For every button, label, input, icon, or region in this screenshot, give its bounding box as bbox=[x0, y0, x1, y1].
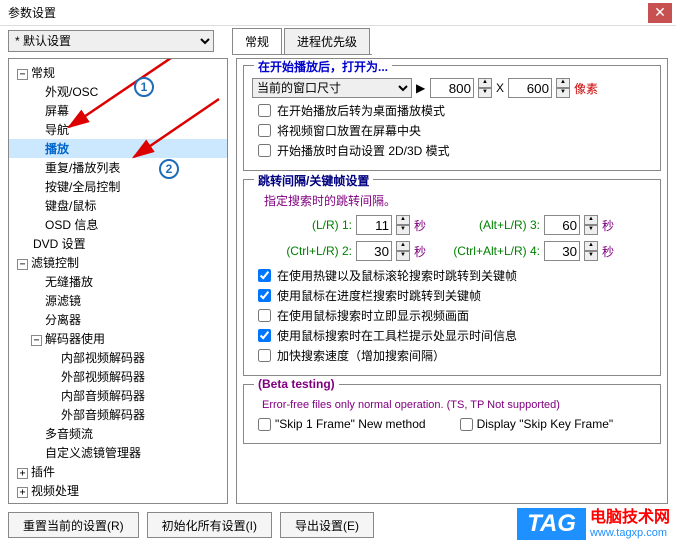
tree-custom-filter-manager[interactable]: 自定义滤镜管理器 bbox=[9, 443, 227, 462]
tree-seamless[interactable]: 无缝播放 bbox=[9, 272, 227, 291]
group-title-open-as: 在开始播放后，打开为... bbox=[254, 58, 392, 75]
height-down[interactable]: ▼ bbox=[556, 88, 570, 98]
window-title: 参数设置 bbox=[4, 4, 648, 21]
cb-hotkey-keyframe[interactable] bbox=[258, 269, 271, 282]
content-panel: 在开始播放后，打开为... 当前的窗口尺寸 ▶ ▲▼ X ▲▼ 像素 在开始播放… bbox=[236, 58, 668, 504]
cb-auto-2d3d[interactable] bbox=[258, 144, 271, 157]
width-input[interactable] bbox=[430, 78, 474, 98]
export-settings-button[interactable]: 导出设置(E) bbox=[280, 512, 374, 538]
watermark-url: www.tagxp.com bbox=[590, 527, 670, 539]
cb-center-window[interactable] bbox=[258, 124, 271, 137]
cb-mouse-show-frame[interactable] bbox=[258, 309, 271, 322]
close-button[interactable]: ✕ bbox=[648, 3, 672, 23]
annotation-badge-1: 1 bbox=[134, 77, 154, 97]
group-title-skip: 跳转间隔/关键帧设置 bbox=[254, 172, 373, 189]
init-all-button[interactable]: 初始化所有设置(I) bbox=[147, 512, 272, 538]
lbl-altlr3: (Alt+L/R) 3: bbox=[430, 218, 540, 232]
watermark-cn: 电脑技术网 bbox=[590, 509, 670, 527]
height-input[interactable] bbox=[508, 78, 552, 98]
settings-tree[interactable]: 1 2 −常规 外观/OSC 屏幕 导航 播放 重复/播放列表 按键/全局控制 … bbox=[8, 58, 228, 504]
tree-internal-audio-decoder[interactable]: 内部音频解码器 bbox=[9, 386, 227, 405]
tree-video-proc[interactable]: +视频处理 bbox=[9, 481, 227, 500]
window-size-mode-select[interactable]: 当前的窗口尺寸 bbox=[252, 78, 412, 98]
tree-keyboard-mouse[interactable]: 键盘/鼠标 bbox=[9, 196, 227, 215]
tree-decoder-use[interactable]: −解码器使用 bbox=[9, 329, 227, 348]
width-down[interactable]: ▼ bbox=[478, 88, 492, 98]
cb-skip1frame[interactable] bbox=[258, 418, 271, 431]
tree-osd[interactable]: OSD 信息 bbox=[9, 215, 227, 234]
cb-toolbar-time-tip[interactable] bbox=[258, 329, 271, 342]
preset-select[interactable]: * 默认设置 bbox=[8, 30, 214, 52]
cb-desktop-mode[interactable] bbox=[258, 104, 271, 117]
tree-navigation[interactable]: 导航 bbox=[9, 120, 227, 139]
tree-multi-audio[interactable]: 多音频流 bbox=[9, 424, 227, 443]
tree-audio-proc[interactable]: +音频处理 bbox=[9, 500, 227, 504]
tree-internal-video-decoder[interactable]: 内部视频解码器 bbox=[9, 348, 227, 367]
expand-icon[interactable]: + bbox=[17, 487, 28, 498]
x-label: X bbox=[496, 81, 504, 95]
tree-external-audio-decoder[interactable]: 外部音频解码器 bbox=[9, 405, 227, 424]
tree-external-video-decoder[interactable]: 外部视频解码器 bbox=[9, 367, 227, 386]
watermark: TAG 电脑技术网 www.tagxp.com bbox=[517, 508, 670, 540]
expand-icon[interactable]: + bbox=[17, 468, 28, 479]
tree-repeat-playlist[interactable]: 重复/播放列表 bbox=[9, 158, 227, 177]
pixel-label: 像素 bbox=[574, 80, 598, 97]
lbl-ctrllr2: (Ctrl+L/R) 2: bbox=[272, 244, 352, 258]
tree-plugins[interactable]: +插件 bbox=[9, 462, 227, 481]
cb-mouse-progress-keyframe[interactable] bbox=[258, 289, 271, 302]
lbl-lr1: (L/R) 1: bbox=[272, 218, 352, 232]
tree-screen[interactable]: 屏幕 bbox=[9, 101, 227, 120]
height-up[interactable]: ▲ bbox=[556, 78, 570, 88]
cb-fast-seek[interactable] bbox=[258, 349, 271, 362]
beta-desc: Error-free files only normal operation. … bbox=[252, 399, 652, 411]
width-up[interactable]: ▲ bbox=[478, 78, 492, 88]
collapse-icon[interactable]: − bbox=[31, 335, 42, 346]
tag-badge: TAG bbox=[517, 508, 586, 540]
cb-display-skip-keyframe[interactable] bbox=[460, 418, 473, 431]
skip-desc: 指定搜索时的跳转间隔。 bbox=[252, 192, 652, 209]
collapse-icon[interactable]: − bbox=[17, 69, 28, 80]
tree-filter-control[interactable]: −滤镜控制 bbox=[9, 253, 227, 272]
tree-splitter[interactable]: 分离器 bbox=[9, 310, 227, 329]
tab-priority[interactable]: 进程优先级 bbox=[284, 28, 370, 54]
tree-playback[interactable]: 播放 bbox=[9, 139, 227, 158]
tree-source-filter[interactable]: 源滤镜 bbox=[9, 291, 227, 310]
skip-ctrlaltlr4-input[interactable] bbox=[544, 241, 580, 261]
skip-ctrllr2-input[interactable] bbox=[356, 241, 392, 261]
tree-dvd[interactable]: DVD 设置 bbox=[9, 234, 227, 253]
annotation-badge-2: 2 bbox=[159, 159, 179, 179]
tree-keys-global[interactable]: 按键/全局控制 bbox=[9, 177, 227, 196]
tab-general[interactable]: 常规 bbox=[232, 28, 282, 54]
collapse-icon[interactable]: − bbox=[17, 259, 28, 270]
tree-appearance[interactable]: 外观/OSC bbox=[9, 82, 227, 101]
reset-current-button[interactable]: 重置当前的设置(R) bbox=[8, 512, 139, 538]
lbl-ctrlaltlr4: (Ctrl+Alt+L/R) 4: bbox=[430, 244, 540, 258]
group-title-beta: (Beta testing) bbox=[254, 377, 339, 391]
tree-general[interactable]: −常规 bbox=[9, 63, 227, 82]
skip-altlr3-input[interactable] bbox=[544, 215, 580, 235]
skip-lr1-input[interactable] bbox=[356, 215, 392, 235]
